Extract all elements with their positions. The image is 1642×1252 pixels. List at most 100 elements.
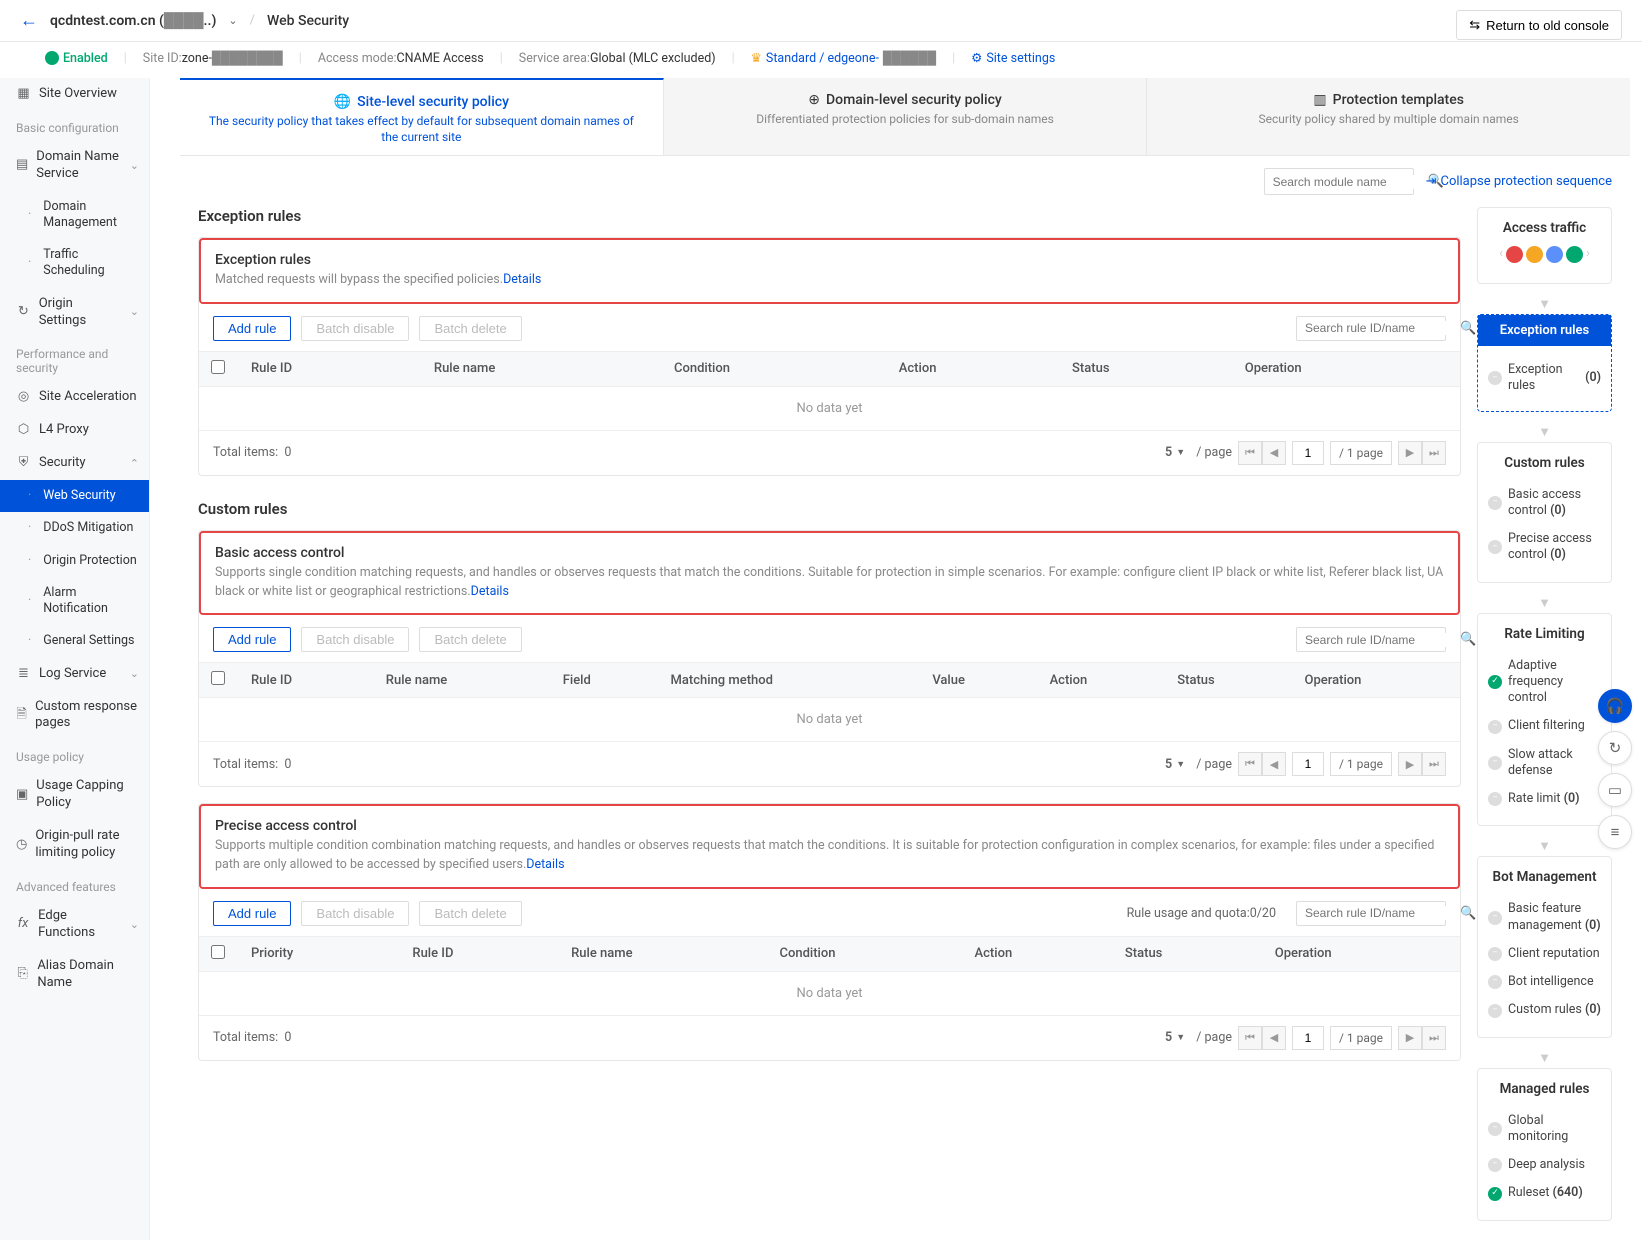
select-all-checkbox[interactable] — [211, 360, 225, 374]
page-first-button[interactable]: ⏮ — [1238, 752, 1262, 776]
batch-delete-button[interactable]: Batch delete — [419, 627, 521, 652]
rate-limiting-sequence-block[interactable]: Rate Limiting ✓Adaptive frequency contro… — [1477, 613, 1612, 827]
sidebar-item-traffic-scheduling[interactable]: Traffic Scheduling — [0, 239, 149, 288]
return-old-console-button[interactable]: ⇆ Return to old console — [1456, 10, 1622, 40]
sidebar-item-custom-response[interactable]: 🗎Custom response pages — [0, 691, 149, 741]
site-settings-link[interactable]: ⚙ Site settings — [971, 50, 1055, 66]
rule-search[interactable]: 🔍 — [1296, 901, 1446, 926]
sidebar-item-log-service[interactable]: ≣Log Service⌄ — [0, 658, 149, 691]
breadcrumb-separator: / — [250, 13, 255, 28]
client-reputation-line[interactable]: −Client reputation — [1488, 940, 1601, 968]
page-first-button[interactable]: ⏮ — [1238, 441, 1262, 465]
support-chat-button[interactable]: 🎧 — [1598, 689, 1632, 723]
sidebar-item-alarm[interactable]: Alarm Notification — [0, 577, 149, 626]
page-next-button[interactable]: ▶ — [1398, 441, 1422, 465]
exception-sequence-block[interactable]: Exception rules −Exception rules (0) — [1477, 314, 1612, 412]
page-first-button[interactable]: ⏮ — [1238, 1026, 1262, 1050]
page-input[interactable] — [1292, 752, 1324, 776]
bot-intelligence-line[interactable]: −Bot intelligence — [1488, 968, 1601, 996]
client-filtering-line[interactable]: −Client filtering — [1488, 712, 1601, 740]
basic-access-line[interactable]: −Basic access control (0) — [1488, 481, 1601, 526]
collapse-sequence-link[interactable]: ⇥ Collapse protection sequence — [1426, 174, 1612, 189]
exception-rules-line[interactable]: −Exception rules (0) — [1488, 356, 1601, 401]
sidebar-item-ddos[interactable]: DDoS Mitigation — [0, 512, 149, 544]
sidebar-item-web-security[interactable]: Web Security — [0, 480, 149, 512]
ruleset-line[interactable]: ✓Ruleset (640) — [1488, 1179, 1601, 1207]
managed-rules-sequence-block[interactable]: Managed rules −Global monitoring −Deep a… — [1477, 1068, 1612, 1221]
page-input[interactable] — [1292, 441, 1324, 465]
sidebar-item-origin-settings[interactable]: ↻Origin Settings⌄ — [0, 288, 149, 338]
rule-search-input[interactable] — [1305, 906, 1460, 920]
rule-search[interactable]: 🔍 — [1296, 316, 1446, 341]
add-rule-button[interactable]: Add rule — [213, 901, 291, 926]
add-rule-button[interactable]: Add rule — [213, 627, 291, 652]
global-monitoring-line[interactable]: −Global monitoring — [1488, 1107, 1601, 1152]
rate-icon: ◷ — [16, 837, 27, 854]
batch-disable-button[interactable]: Batch disable — [301, 627, 409, 652]
col-operation: Operation — [1233, 351, 1460, 386]
per-page-value[interactable]: 5 — [1165, 1030, 1172, 1045]
tab-site-level[interactable]: 🌐Site-level security policy The security… — [180, 78, 664, 155]
rate-limit-line[interactable]: −Rate limit (0) — [1488, 785, 1601, 813]
site-dropdown-chevron[interactable]: ⌄ — [228, 14, 237, 27]
page-next-button[interactable]: ▶ — [1398, 1026, 1422, 1050]
back-arrow-icon[interactable]: ← — [20, 10, 38, 31]
refresh-button[interactable]: ↻ — [1598, 731, 1632, 765]
precise-access-line[interactable]: −Precise access control (0) — [1488, 525, 1601, 570]
custom-rules-line[interactable]: −Custom rules (0) — [1488, 996, 1601, 1024]
page-last-button[interactable]: ⏭ — [1422, 1026, 1446, 1050]
sidebar-item-origin-protection[interactable]: Origin Protection — [0, 545, 149, 577]
per-page-value[interactable]: 5 — [1165, 757, 1172, 772]
sidebar-item-l4-proxy[interactable]: ⬡L4 Proxy — [0, 414, 149, 447]
adaptive-line[interactable]: ✓Adaptive frequency control — [1488, 652, 1601, 713]
col-status: Status — [1060, 351, 1233, 386]
docs-button[interactable]: ▭ — [1598, 773, 1632, 807]
sidebar-item-origin-pull[interactable]: ◷Origin-pull rate limiting policy — [0, 820, 149, 870]
bot-management-sequence-block[interactable]: Bot Management −Basic feature management… — [1477, 856, 1612, 1037]
batch-disable-button[interactable]: Batch disable — [301, 901, 409, 926]
sidebar-item-usage-capping[interactable]: ▣Usage Capping Policy — [0, 770, 149, 820]
select-all-checkbox[interactable] — [211, 671, 225, 685]
page-next-button[interactable]: ▶ — [1398, 752, 1422, 776]
sidebar-item-site-acceleration[interactable]: ◎Site Acceleration — [0, 381, 149, 414]
module-search-input[interactable] — [1273, 175, 1428, 189]
tab-protection-templates[interactable]: ▥Protection templates Security policy sh… — [1147, 78, 1630, 155]
page-prev-button[interactable]: ◀ — [1262, 752, 1286, 776]
tab-domain-level[interactable]: ⊕Domain-level security policy Differenti… — [664, 78, 1148, 155]
sidebar-item-domain-mgmt[interactable]: Domain Management — [0, 191, 149, 240]
custom-rules-sequence-block[interactable]: Custom rules −Basic access control (0) −… — [1477, 442, 1612, 583]
list-button[interactable]: ≡ — [1598, 815, 1632, 849]
sidebar-item-general-settings[interactable]: General Settings — [0, 625, 149, 657]
rule-search-input[interactable] — [1305, 321, 1460, 335]
sidebar-heading-basic: Basic configuration — [0, 111, 149, 141]
page-prev-button[interactable]: ◀ — [1262, 441, 1286, 465]
details-link[interactable]: Details — [503, 272, 541, 287]
details-link[interactable]: Details — [526, 857, 564, 872]
batch-delete-button[interactable]: Batch delete — [419, 901, 521, 926]
add-rule-button[interactable]: Add rule — [213, 316, 291, 341]
batch-disable-button[interactable]: Batch disable — [301, 316, 409, 341]
page-last-button[interactable]: ⏭ — [1422, 752, 1446, 776]
col-rule-id: Rule ID — [400, 936, 559, 971]
rule-search-input[interactable] — [1305, 633, 1460, 647]
basic-feature-line[interactable]: −Basic feature management (0) — [1488, 895, 1601, 940]
select-all-checkbox[interactable] — [211, 945, 225, 959]
no-data-row: No data yet — [199, 971, 1460, 1015]
deep-analysis-line[interactable]: −Deep analysis — [1488, 1151, 1601, 1179]
module-search[interactable]: 🔍 — [1264, 168, 1414, 195]
details-link[interactable]: Details — [471, 584, 509, 599]
sidebar-item-dns[interactable]: ▤Domain Name Service⌄ — [0, 141, 149, 191]
rule-search[interactable]: 🔍 — [1296, 627, 1446, 652]
sidebar-heading-perf: Performance and security — [0, 337, 149, 381]
batch-delete-button[interactable]: Batch delete — [419, 316, 521, 341]
plan-link[interactable]: ♛ Standard / edgeone-██████ — [751, 50, 936, 66]
slow-attack-line[interactable]: −Slow attack defense — [1488, 741, 1601, 786]
page-input[interactable] — [1292, 1026, 1324, 1050]
page-prev-button[interactable]: ◀ — [1262, 1026, 1286, 1050]
per-page-value[interactable]: 5 — [1165, 445, 1172, 460]
sidebar-item-overview[interactable]: ▦Site Overview — [0, 78, 149, 111]
sidebar-item-security[interactable]: ⛨Security⌃ — [0, 447, 149, 480]
sidebar-item-edge-functions[interactable]: fxEdge Functions⌄ — [0, 900, 149, 950]
sidebar-item-alias-domain[interactable]: ⎘Alias Domain Name — [0, 950, 149, 1000]
page-last-button[interactable]: ⏭ — [1422, 441, 1446, 465]
